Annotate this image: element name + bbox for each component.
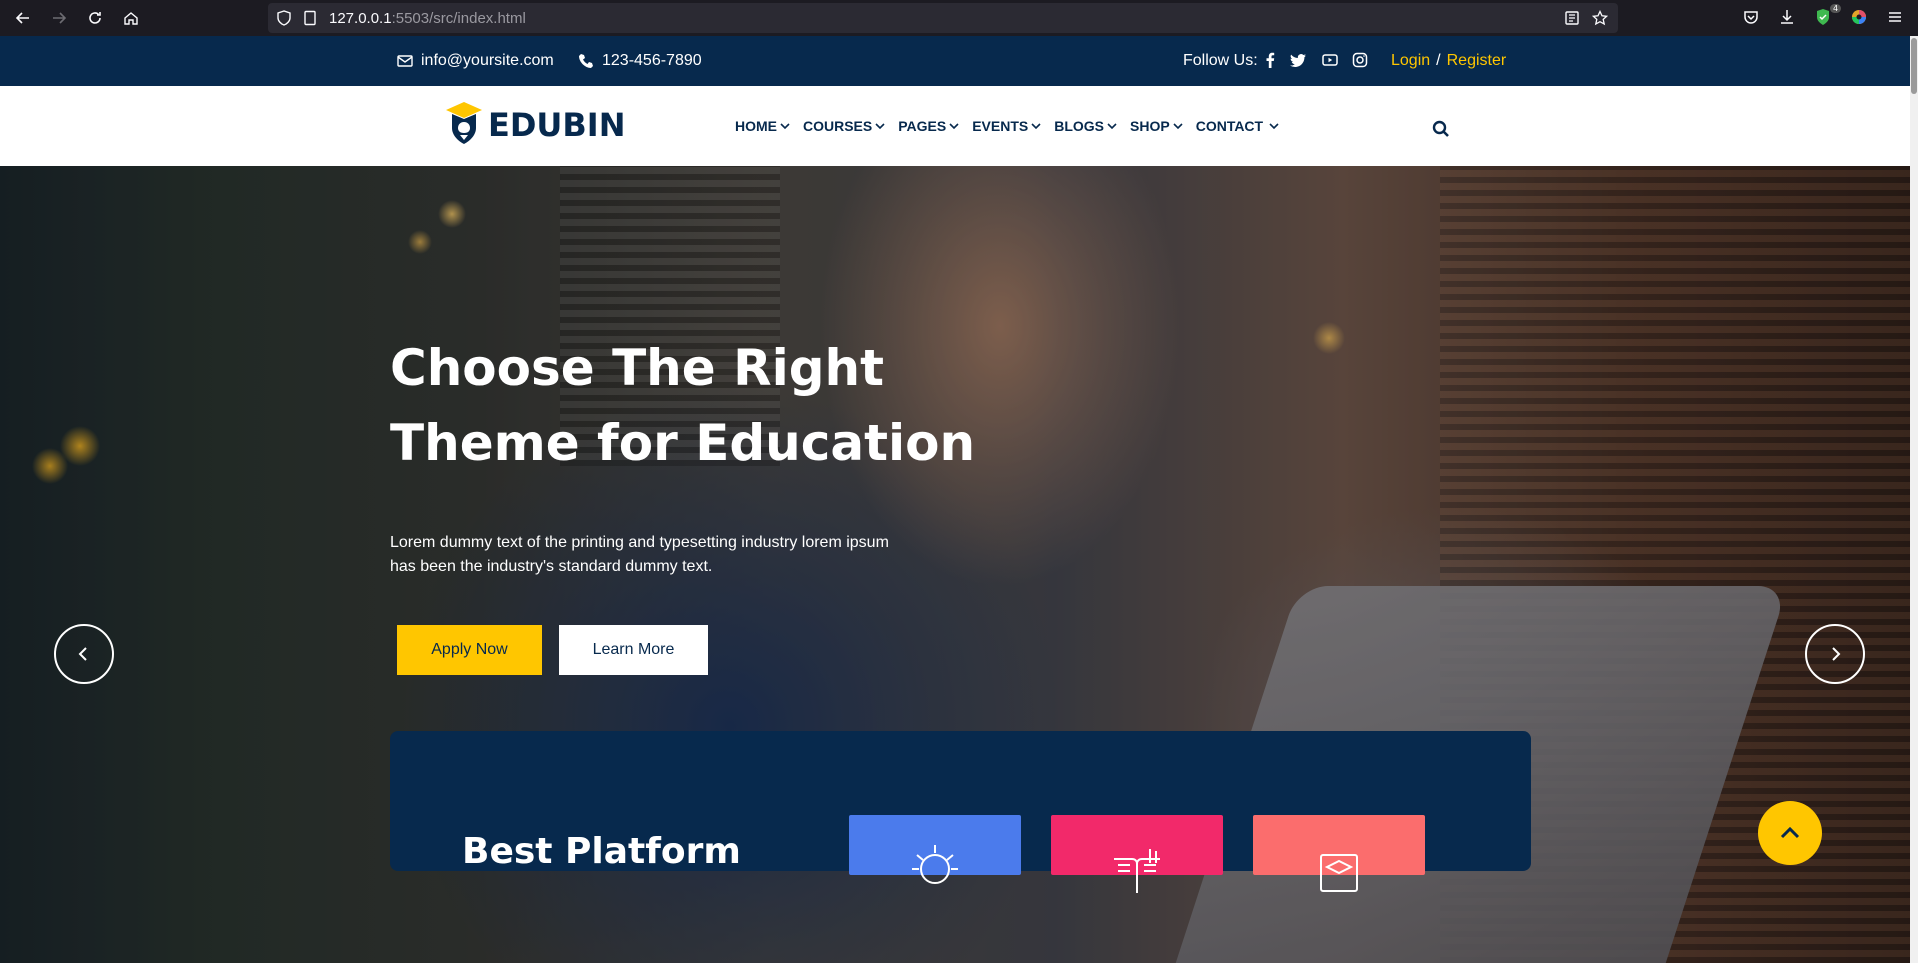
nav-shop-label: SHOP (1130, 118, 1170, 134)
slider-next-button[interactable] (1805, 624, 1865, 684)
site-header: EDUBIN HOME COURSES PAGES EVENTS BLOGS S… (0, 86, 1918, 166)
platform-title: Best Platform (462, 831, 741, 872)
forward-icon[interactable] (48, 7, 70, 29)
instagram-icon[interactable] (1352, 52, 1368, 68)
url-bar[interactable]: 127.0.0.1:5503/src/index.html (268, 3, 1618, 33)
reader-view-icon[interactable] (1564, 10, 1580, 26)
follow-us-label: Follow Us: (1183, 52, 1258, 70)
nav-home[interactable]: HOME (735, 118, 790, 134)
nav-home-label: HOME (735, 118, 777, 134)
back-to-top-button[interactable] (1758, 801, 1822, 865)
hero-title-line2: Theme for Education (390, 414, 976, 472)
nav-courses[interactable]: COURSES (803, 118, 885, 134)
nav-blogs-label: BLOGS (1054, 118, 1105, 134)
chevron-down-icon (1173, 123, 1183, 130)
reload-icon[interactable] (84, 7, 106, 29)
phone-contact[interactable]: 123-456-7890 (578, 52, 702, 70)
best-platform-section: Best Platform (390, 731, 1531, 893)
nav-events[interactable]: EVENTS (972, 118, 1041, 134)
chevron-up-icon (1780, 826, 1800, 839)
hero-desc-line2: has been the industry's standard dummy t… (390, 558, 713, 575)
graduation-cap-icon (1320, 854, 1358, 892)
page-viewport: info@yoursite.com 123-456-7890 Follow Us… (0, 36, 1918, 963)
apply-now-button[interactable]: Apply Now (397, 625, 542, 675)
email-contact[interactable]: info@yoursite.com (397, 52, 554, 70)
pocket-icon[interactable] (1742, 8, 1762, 28)
auth-links: Login / Register (1391, 52, 1506, 70)
follow-us-text: Follow Us: (1183, 52, 1258, 69)
chevron-down-icon (1107, 123, 1117, 130)
nav-blogs[interactable]: BLOGS (1054, 118, 1117, 134)
lightbulb-icon (912, 845, 958, 884)
hero-title-line1: Choose The Right (390, 339, 885, 397)
book-icon (1114, 849, 1160, 893)
shield-icon[interactable] (276, 10, 292, 26)
search-icon[interactable] (1432, 120, 1450, 138)
youtube-icon[interactable] (1322, 52, 1338, 68)
nav-pages[interactable]: PAGES (898, 118, 959, 134)
scrollbar-thumb[interactable] (1911, 38, 1917, 94)
hero-title: Choose The Right Theme for Education (390, 331, 1090, 481)
nav-shop[interactable]: SHOP (1130, 118, 1183, 134)
chevron-down-icon (1031, 123, 1041, 130)
chevron-left-icon (78, 647, 87, 661)
nav-contact-label: CONTACT (1195, 118, 1264, 134)
register-link[interactable]: Register (1447, 52, 1507, 70)
color-extension-icon[interactable] (1850, 8, 1870, 28)
facebook-icon[interactable] (1262, 52, 1278, 68)
email-text: info@yoursite.com (421, 52, 554, 69)
url-host: 127.0.0.1 (329, 10, 392, 27)
hero-description: Lorem dummy text of the printing and typ… (390, 531, 990, 579)
site-logo[interactable]: EDUBIN (444, 100, 625, 150)
learn-more-button[interactable]: Learn More (559, 625, 708, 675)
hamburger-menu-icon[interactable] (1886, 8, 1906, 28)
download-icon[interactable] (1778, 8, 1798, 28)
bookmark-star-icon[interactable] (1591, 9, 1609, 26)
phone-text: 123-456-7890 (602, 52, 702, 69)
feature-card[interactable] (849, 815, 1021, 884)
phone-icon (579, 54, 593, 68)
nav-pages-label: PAGES (898, 118, 947, 134)
page-scrollbar[interactable] (1910, 36, 1918, 963)
feature-card[interactable] (1051, 815, 1223, 893)
feature-card[interactable] (1253, 815, 1425, 892)
chevron-down-icon (949, 123, 959, 130)
twitter-icon[interactable] (1290, 52, 1306, 68)
chevron-down-icon (1269, 123, 1279, 130)
url-path: :5503/src/index.html (391, 10, 526, 27)
chevron-down-icon (875, 123, 885, 130)
page-icon[interactable] (302, 10, 318, 26)
auth-separator: / (1436, 52, 1441, 69)
back-icon[interactable] (12, 7, 34, 29)
logo-mark-icon (446, 102, 482, 144)
hero-desc-line1: Lorem dummy text of the printing and typ… (390, 534, 889, 551)
nav-events-label: EVENTS (972, 118, 1029, 134)
logo-text: EDUBIN (488, 106, 626, 144)
browser-toolbar: 127.0.0.1:5503/src/index.html 4 (0, 0, 1918, 36)
extension-badge: 4 (1830, 4, 1842, 13)
chevron-right-icon (1832, 647, 1841, 661)
chevron-down-icon (780, 123, 790, 130)
login-link[interactable]: Login (1391, 52, 1430, 70)
home-icon[interactable] (120, 7, 142, 29)
envelope-icon (397, 55, 413, 67)
slider-prev-button[interactable] (54, 624, 114, 684)
nav-courses-label: COURSES (803, 118, 873, 134)
url-text[interactable]: 127.0.0.1:5503/src/index.html (329, 10, 526, 27)
nav-contact[interactable]: CONTACT (1196, 118, 1279, 134)
top-bar: info@yoursite.com 123-456-7890 Follow Us… (0, 36, 1918, 86)
main-nav: HOME COURSES PAGES EVENTS BLOGS SHOP CON… (735, 118, 1292, 134)
